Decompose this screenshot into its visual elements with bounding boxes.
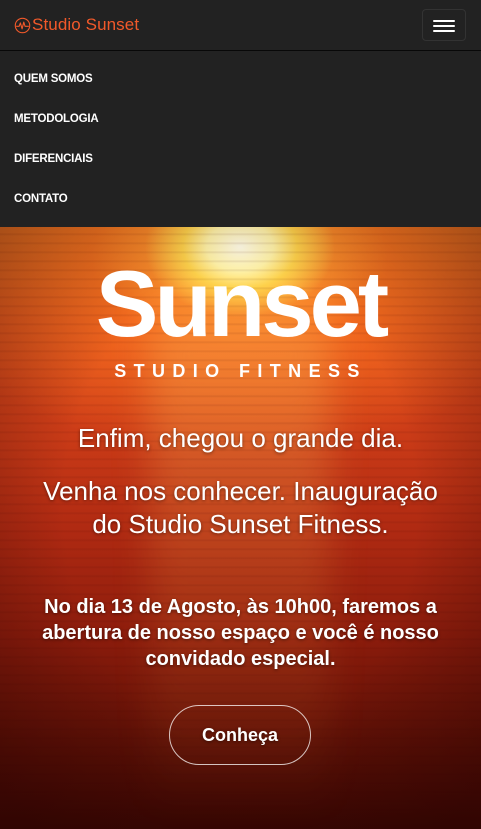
conheca-button[interactable]: Conheça	[169, 705, 311, 765]
sunset-logo: Sunset	[95, 251, 389, 356]
navbar: Studio Sunset QUEM SOMOS METODOLOGIA DIF…	[0, 0, 481, 227]
nav-item-metodologia[interactable]: METODOLOGIA	[14, 109, 99, 129]
heartbeat-circle-icon	[14, 17, 31, 33]
nav-item-contato[interactable]: CONTATO	[14, 189, 68, 209]
navbar-header: Studio Sunset	[0, 0, 481, 51]
logo-subtitle: STUDIO FITNESS	[114, 361, 367, 381]
brand-link[interactable]: Studio Sunset	[14, 14, 139, 36]
hero-headline: Enfim, chegou o grande dia.	[77, 423, 404, 453]
hero-subheadline: Venha nos conhecer. Inauguração do Studi…	[43, 476, 438, 539]
hamburger-menu-icon	[433, 20, 455, 22]
nav-item-quem-somos[interactable]: QUEM SOMOS	[14, 69, 93, 89]
brand-name: Studio Sunset	[32, 15, 140, 34]
menu-toggle-button[interactable]	[422, 9, 466, 41]
hero-section: Sunset STUDIO FITNESS Enfim, chegou o gr…	[0, 227, 481, 829]
hero-body-text: No dia 13 de Agosto, às 10h00, faremos a…	[42, 596, 439, 670]
nav-item-diferenciais[interactable]: DIFERENCIAIS	[14, 149, 93, 169]
